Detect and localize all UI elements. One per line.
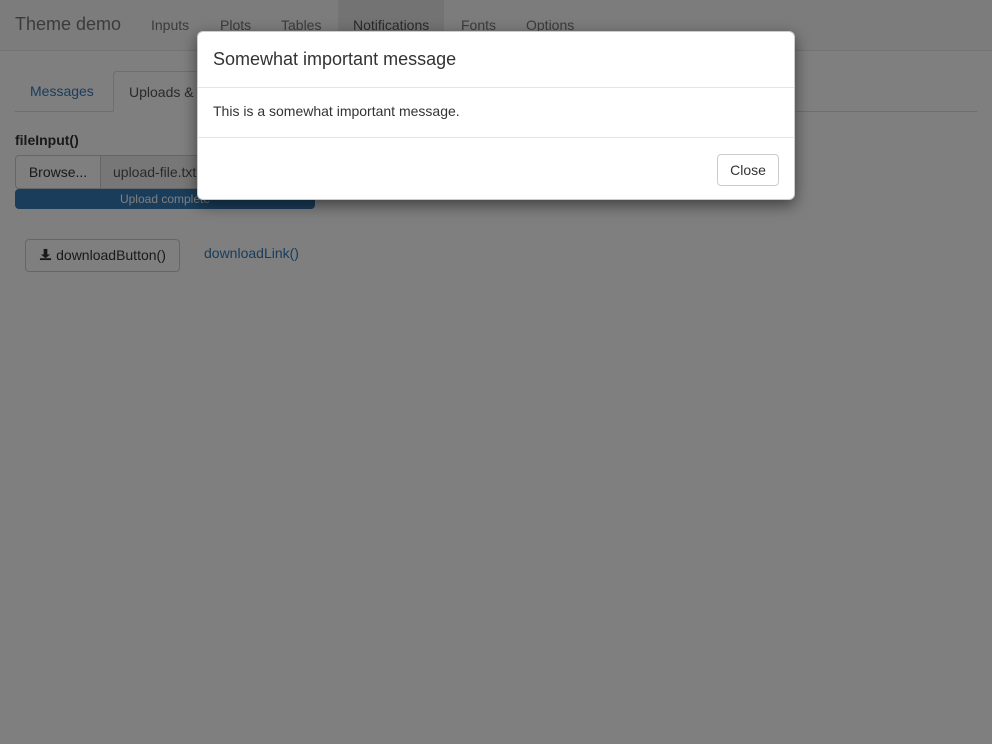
modal-footer: Close	[198, 137, 794, 200]
close-button[interactable]: Close	[717, 154, 779, 186]
modal-dialog: Somewhat important message This is a som…	[197, 31, 795, 200]
modal-header: Somewhat important message	[198, 32, 794, 88]
app-page: Theme demo Inputs Plots Tables Notificat…	[0, 0, 992, 744]
modal-title: Somewhat important message	[213, 49, 457, 69]
modal-body: This is a somewhat important message.	[213, 103, 460, 119]
